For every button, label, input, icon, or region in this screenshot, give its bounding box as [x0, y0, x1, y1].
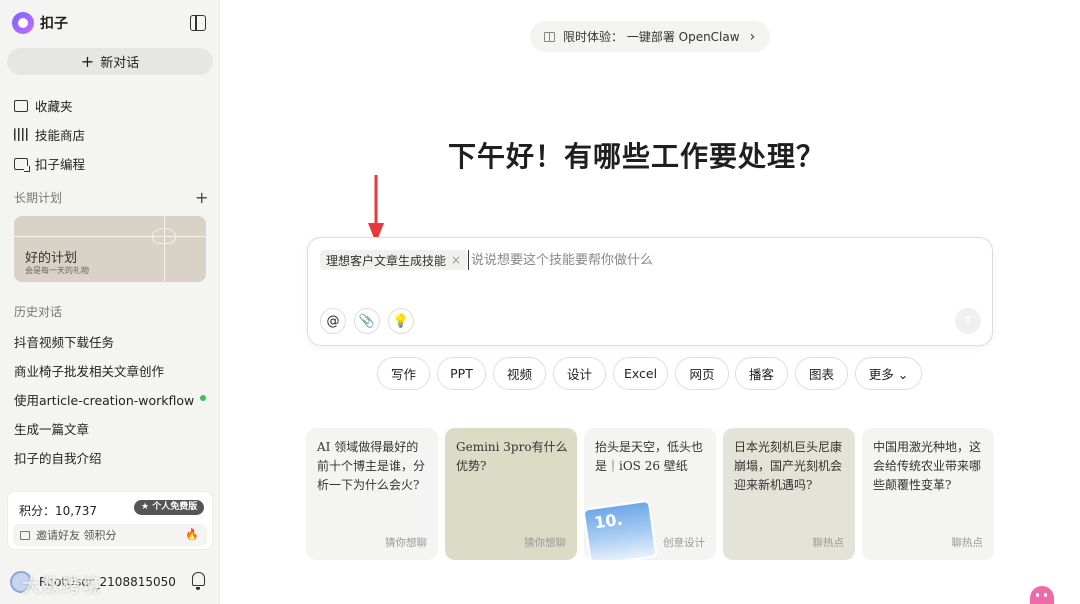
lightbulb-icon: 💡: [392, 313, 410, 329]
sidebar-item-label: 收藏夹: [35, 99, 73, 114]
long-term-plan-title: 长期计划: [14, 191, 63, 205]
plan-card[interactable]: 好的计划 会是每一天的礼物: [14, 216, 206, 282]
at-icon: @: [326, 313, 340, 329]
sidebar: 扣子 + 新对话 收藏夹 技能商店 扣子编程 长期计划 + 好的计划 会是每一天…: [0, 0, 220, 604]
bow-icon: [152, 228, 176, 244]
ribbon-decoration: [14, 236, 206, 238]
skill-chip[interactable]: 理想客户文章生成技能 ×: [320, 250, 468, 270]
invite-friends-button[interactable]: 邀请好友 领积分 🔥: [13, 524, 207, 546]
idea-button[interactable]: 💡: [388, 308, 414, 334]
wallpaper-thumbnail: [584, 499, 658, 560]
coze-logo-icon: [12, 12, 34, 34]
attach-button[interactable]: 📎: [354, 308, 380, 334]
suggestion-card[interactable]: 中国用激光种地，这会给传统农业带来哪些颠覆性变革? 聊热点: [862, 428, 994, 560]
sidebar-item-label: 技能商店: [35, 128, 86, 143]
paperclip-icon: 📎: [358, 313, 376, 329]
sidebar-item-favorites[interactable]: 收藏夹: [14, 96, 73, 115]
suggestion-card-tag: 聊热点: [951, 537, 984, 549]
chat-composer: 理想客户文章生成技能 × @ 📎 💡 ↑: [307, 237, 993, 346]
points-value: 积分：10,737: [19, 504, 97, 518]
arrow-up-icon: ↑: [962, 313, 974, 329]
quick-action-more[interactable]: 更多 ⌄: [855, 357, 922, 390]
points-card: 积分：10,737 ★ 个人免费版 邀请好友 领积分 🔥: [7, 491, 213, 550]
watermark: 大数跨境: [22, 576, 102, 597]
history-item[interactable]: 抖音视频下载任务: [14, 332, 204, 351]
history-item[interactable]: 商业椅子批发相关文章创作: [14, 361, 204, 380]
suggestion-card-tag: 猜你想聊: [524, 537, 566, 549]
new-chat-label: 新对话: [100, 56, 140, 71]
suggestion-card-text: 抬头是天空，低头也是｜iOS 26 壁纸: [595, 440, 704, 473]
suggestion-card[interactable]: 抬头是天空，低头也是｜iOS 26 壁纸 创意设计: [584, 428, 716, 560]
plan-card-subtitle: 会是每一天的礼物: [25, 266, 89, 275]
suggestion-card[interactable]: 日本光刻机巨头尼康崩塌，国产光刻机会迎来新机遇吗? 聊热点: [723, 428, 855, 560]
plan-badge[interactable]: ★ 个人免费版: [134, 500, 205, 515]
quick-action-excel[interactable]: Excel: [613, 357, 668, 390]
chevron-right-icon: ›: [749, 28, 756, 45]
quick-action-chart[interactable]: 图表: [795, 357, 848, 390]
add-plan-icon[interactable]: +: [195, 188, 208, 207]
library-icon: [14, 128, 28, 141]
suggestion-card-text: 日本光刻机巨头尼康崩塌，国产光刻机会迎来新机遇吗?: [734, 440, 843, 492]
mention-button[interactable]: @: [320, 308, 346, 334]
suggestion-card-text: 中国用激光种地，这会给传统农业带来哪些颠覆性变革?: [873, 440, 982, 492]
suggestion-card[interactable]: Gemini 3pro有什么优势? 猜你想聊: [445, 428, 577, 560]
invite-label: 邀请好友 领积分: [36, 529, 117, 542]
brand-name: 扣子: [40, 16, 68, 32]
suggestion-card-tag: 创意设计: [663, 537, 705, 549]
suggestion-card-tag: 猜你想聊: [385, 537, 427, 549]
code-file-icon: [14, 157, 30, 172]
history-item[interactable]: 扣子的自我介绍: [14, 448, 204, 467]
plus-icon: +: [80, 51, 95, 71]
close-icon[interactable]: ×: [451, 253, 461, 267]
quick-action-design[interactable]: 设计: [553, 357, 606, 390]
suggestion-card-text: AI 领域做得最好的前十个博主是谁，分析一下为什么会火?: [317, 440, 426, 492]
greeting-title: 下午好！有哪些工作要处理？: [448, 140, 826, 173]
new-chat-button[interactable]: + 新对话: [7, 48, 213, 75]
status-dot: [200, 395, 206, 401]
history-item[interactable]: 生成一篇文章: [14, 419, 204, 438]
sidebar-item-label: 扣子编程: [35, 157, 86, 172]
quick-action-writing[interactable]: 写作: [377, 357, 430, 390]
history-item[interactable]: 使用article-creation-workflow生…: [14, 390, 194, 409]
suggestion-card[interactable]: AI 领域做得最好的前十个博主是谁，分析一下为什么会火? 猜你想聊: [306, 428, 438, 560]
skill-chip-label: 理想客户文章生成技能: [326, 253, 447, 268]
quick-action-webpage[interactable]: 网页: [675, 357, 729, 390]
annotation-arrow-icon: [368, 175, 384, 243]
quick-action-video[interactable]: 视频: [493, 357, 546, 390]
gift-icon: [544, 31, 555, 42]
plan-card-title: 好的计划: [25, 251, 78, 266]
history-title: 历史对话: [14, 305, 63, 319]
bell-icon[interactable]: [192, 572, 205, 590]
sidebar-item-skill-store[interactable]: 技能商店: [14, 125, 85, 144]
mascot-icon[interactable]: [1030, 586, 1054, 604]
sidebar-item-coze-coding[interactable]: 扣子编程: [14, 154, 85, 173]
sidebar-toggle-icon[interactable]: [190, 15, 206, 31]
suggestion-card-text: Gemini 3pro有什么优势?: [456, 440, 568, 473]
send-button[interactable]: ↑: [955, 308, 981, 334]
message-input[interactable]: [468, 250, 968, 270]
quick-action-podcast[interactable]: 播客: [735, 357, 788, 390]
gift-icon: [20, 530, 30, 540]
flame-icon: 🔥: [185, 528, 199, 541]
promo-banner[interactable]: 限时体验： 一键部署 OpenClaw ›: [530, 21, 770, 52]
suggestion-card-tag: 聊热点: [812, 537, 845, 549]
ribbon-decoration: [164, 216, 166, 282]
brand[interactable]: 扣子: [12, 12, 68, 34]
quick-action-ppt[interactable]: PPT: [437, 357, 486, 390]
promo-text: 限时体验： 一键部署 OpenClaw: [563, 30, 740, 44]
folder-icon: [14, 99, 28, 112]
